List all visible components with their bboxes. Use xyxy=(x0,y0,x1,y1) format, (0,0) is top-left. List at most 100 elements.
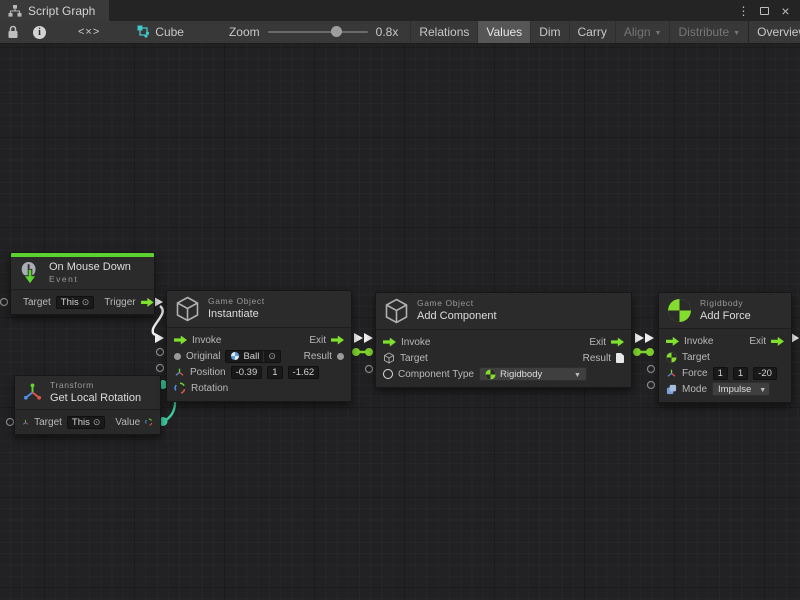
window-maximize-button[interactable] xyxy=(756,2,773,19)
graph-owner-label: Cube xyxy=(155,25,184,39)
flow-in-port-icon[interactable] xyxy=(383,338,396,347)
position-x-field[interactable]: -0.39 xyxy=(231,366,263,379)
graph-canvas[interactable]: On Mouse Down Event Target This ⊙ Trigge… xyxy=(0,44,800,600)
mode-port-label: Mode xyxy=(682,384,707,395)
original-port-label: Original xyxy=(186,351,220,362)
node-get-local-rotation[interactable]: Transform Get Local Rotation Target This… xyxy=(14,375,161,435)
trigger-port-label: Trigger xyxy=(104,297,135,308)
node-title: Add Component xyxy=(417,309,497,323)
object-picker-icon[interactable]: ⊙ xyxy=(268,352,276,361)
component-type-dropdown[interactable]: Rigidbody ▼ xyxy=(479,367,587,381)
port-addforce-mode[interactable] xyxy=(648,382,655,389)
exit-port-label: Exit xyxy=(749,336,766,347)
flow-out-port-icon[interactable] xyxy=(771,337,784,346)
addforce-exit-arrow[interactable] xyxy=(791,333,799,343)
toolbar-button-overview[interactable]: Overview xyxy=(748,21,800,43)
flow-out-port-icon[interactable] xyxy=(331,336,344,345)
field-divider xyxy=(263,351,264,362)
object-picker-icon[interactable]: ⊙ xyxy=(93,418,101,427)
port-addforce-force[interactable] xyxy=(648,366,655,373)
toolbar-button-values[interactable]: Values xyxy=(477,21,530,43)
game-object-port-icon[interactable] xyxy=(383,352,395,364)
vector3-port-icon xyxy=(174,367,185,378)
position-y-field[interactable]: 1 xyxy=(267,366,282,379)
window-close-button[interactable]: × xyxy=(777,2,794,19)
zoom-value: 0.8x xyxy=(376,25,399,39)
mouse-down-icon xyxy=(19,261,41,285)
chevron-down-icon: ▼ xyxy=(759,387,766,394)
target-port-label: Target xyxy=(682,352,710,363)
result-port-label: Result xyxy=(304,351,332,362)
link-addcomponent-to-addforce[interactable] xyxy=(635,333,654,343)
original-port-icon[interactable] xyxy=(174,353,181,360)
flow-out-port-icon[interactable] xyxy=(611,338,624,347)
rotation-port-icon[interactable] xyxy=(145,416,153,428)
rotation-port-icon[interactable] xyxy=(174,382,186,394)
exit-port-label: Exit xyxy=(309,335,326,346)
game-object-icon xyxy=(384,298,409,324)
result-port-icon[interactable] xyxy=(616,353,624,363)
info-icon: i xyxy=(33,26,46,39)
port-instantiate-position[interactable] xyxy=(157,365,164,372)
chevron-down-icon: ▼ xyxy=(655,30,662,37)
graph-owner-button[interactable]: Cube xyxy=(125,21,191,43)
node-category: Rigidbody xyxy=(700,298,751,309)
position-port-label: Position xyxy=(190,367,226,378)
node-subtitle: Event xyxy=(49,274,131,285)
node-add-force[interactable]: Rigidbody Add Force Invoke Exit xyxy=(658,292,792,403)
link-instantiate-to-addcomponent[interactable] xyxy=(354,333,373,343)
node-title: Instantiate xyxy=(208,307,265,321)
zoom-label: Zoom xyxy=(229,25,260,39)
flow-out-port-icon[interactable] xyxy=(141,298,154,307)
info-button[interactable]: i xyxy=(26,21,53,43)
tab-script-graph[interactable]: Script Graph xyxy=(0,0,109,21)
script-graph-window: Script Graph ⋮ × i <×> xyxy=(0,0,800,600)
port-getlocalrotation-target[interactable] xyxy=(7,419,14,426)
edit-graph-button[interactable]: <×> xyxy=(53,21,125,43)
lock-button[interactable] xyxy=(0,21,26,43)
lock-icon xyxy=(7,25,19,39)
transform-icon xyxy=(23,383,42,402)
port-addcomponent-type[interactable] xyxy=(366,366,373,373)
toolbar-button-dim[interactable]: Dim xyxy=(530,21,568,43)
force-y-field[interactable]: 1 xyxy=(733,367,748,380)
target-field[interactable]: This ⊙ xyxy=(67,416,106,429)
node-on-mouse-down[interactable]: On Mouse Down Event Target This ⊙ Trigge… xyxy=(10,252,155,315)
position-z-field[interactable]: -1.62 xyxy=(288,366,320,379)
rigidbody-port-icon[interactable] xyxy=(666,352,677,363)
port-onmousedown-target[interactable] xyxy=(1,299,8,306)
flow-in-port-icon[interactable] xyxy=(174,336,187,345)
window-menu-button[interactable]: ⋮ xyxy=(735,2,752,19)
transform-port-icon xyxy=(22,417,29,428)
rigidbody-icon xyxy=(667,298,692,323)
toolbar-button-relations[interactable]: Relations xyxy=(410,21,477,43)
port-instantiate-original[interactable] xyxy=(157,349,164,356)
target-field[interactable]: This ⊙ xyxy=(56,296,95,309)
zoom-slider[interactable] xyxy=(268,31,368,33)
type-port-icon[interactable] xyxy=(383,369,393,379)
force-mode-dropdown[interactable]: Impulse ▼ xyxy=(712,382,770,396)
link-result-to-target-1[interactable] xyxy=(352,348,373,356)
chevron-down-icon: ▼ xyxy=(733,30,740,37)
original-field[interactable]: Ball ⊙ xyxy=(225,350,280,363)
link-result-to-target-2[interactable] xyxy=(633,348,654,356)
force-x-field[interactable]: 1 xyxy=(713,367,728,380)
toolbar-button-distribute[interactable]: Distribute▼ xyxy=(669,21,748,43)
toolbar-button-carry[interactable]: Carry xyxy=(569,21,615,43)
component-type-label: Component Type xyxy=(398,369,474,380)
invoke-port-label: Invoke xyxy=(401,337,430,348)
node-title: Add Force xyxy=(700,309,751,323)
title-bar: Script Graph ⋮ × xyxy=(0,0,800,21)
node-add-component[interactable]: Game Object Add Component Invoke Exit Ta… xyxy=(375,292,632,388)
node-instantiate[interactable]: Game Object Instantiate Invoke Exit Orig… xyxy=(166,290,352,402)
flow-in-port-icon[interactable] xyxy=(666,337,679,346)
chevron-down-icon: ▼ xyxy=(574,372,581,379)
result-port-label: Result xyxy=(583,353,611,364)
toolbar-button-align[interactable]: Align▼ xyxy=(615,21,670,43)
maximize-icon xyxy=(760,7,769,15)
object-picker-icon[interactable]: ⊙ xyxy=(82,298,90,307)
force-z-field[interactable]: -20 xyxy=(753,367,777,380)
zoom-slider-handle[interactable] xyxy=(331,26,342,37)
result-port-icon[interactable] xyxy=(337,353,344,360)
force-mode-enum-icon xyxy=(666,384,677,395)
